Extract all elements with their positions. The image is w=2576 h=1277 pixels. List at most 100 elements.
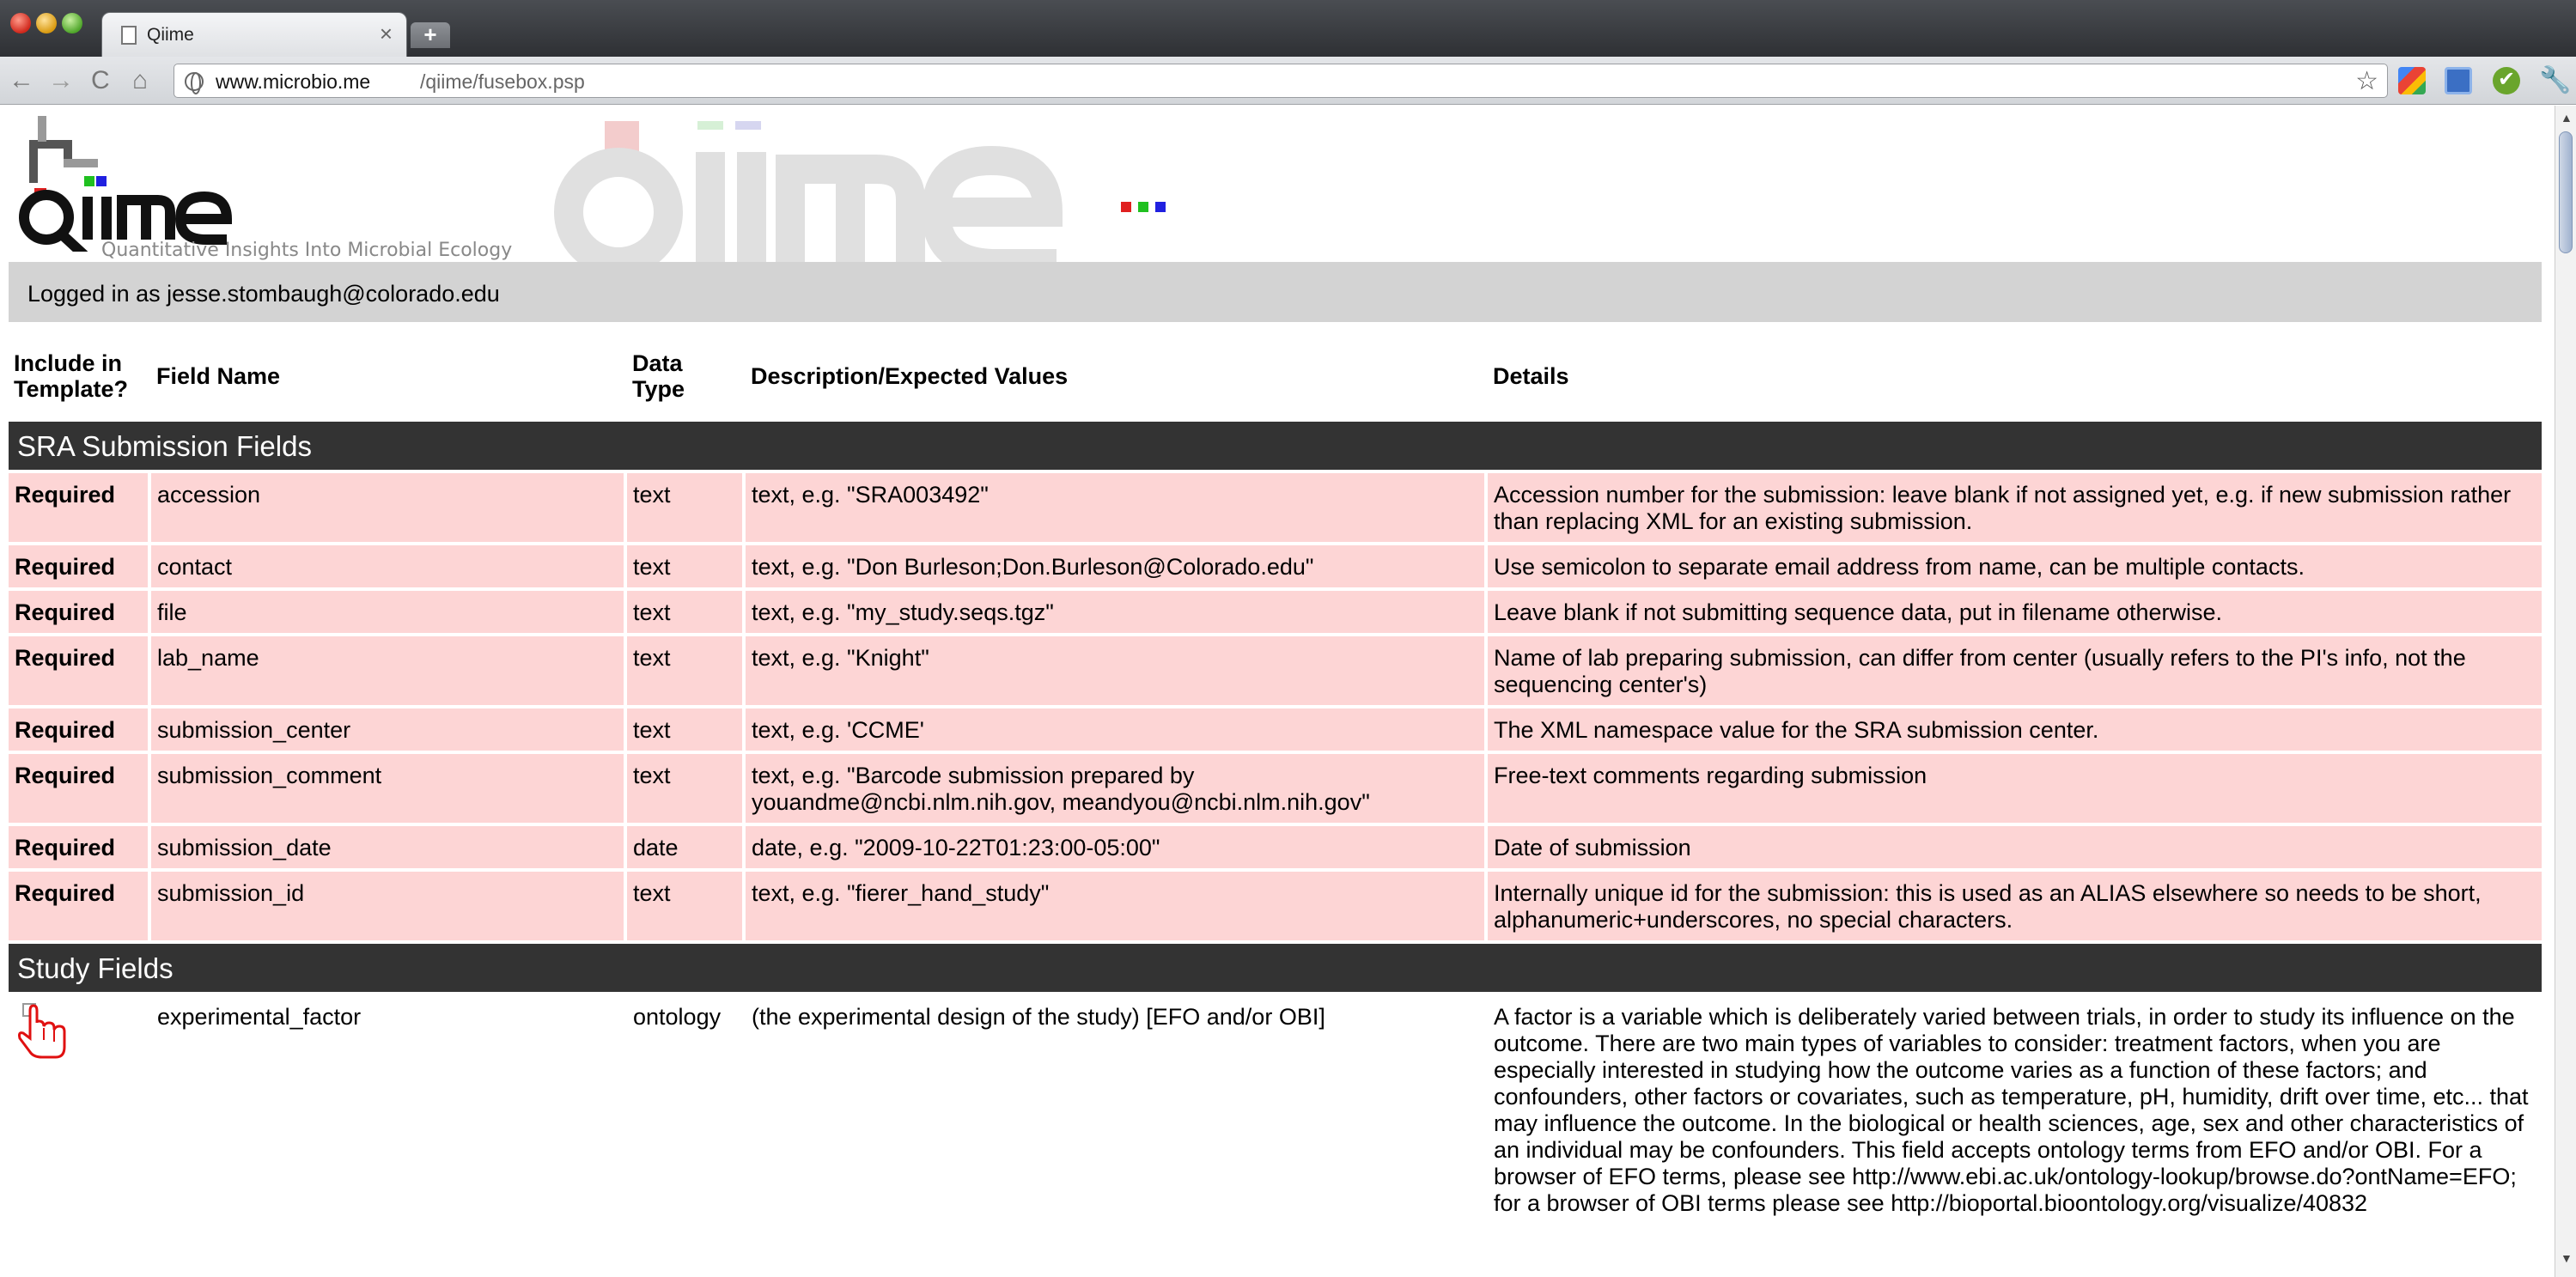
login-status-text: Logged in as jesse.stombaugh@colorado.ed… xyxy=(27,281,500,307)
details-cell: Leave blank if not submitting sequence d… xyxy=(1488,591,2542,636)
field-name-cell: submission_id xyxy=(151,872,627,944)
address-bar[interactable]: www.microbio.me /qiime/fusebox.psp ☆ xyxy=(174,64,2388,98)
table-header-row: Include in Template? Field Name Data Typ… xyxy=(9,331,2542,422)
details-cell: Use semicolon to separate email address … xyxy=(1488,545,2542,591)
details-cell: Date of submission xyxy=(1488,826,2542,872)
qiime-logo: qiime xyxy=(12,114,233,252)
field-name-cell: experimental_factor xyxy=(151,995,627,1224)
description-cell: (the experimental design of the study) [… xyxy=(746,995,1488,1224)
data-type-cell: text xyxy=(627,636,746,708)
header-data-type: Data Type xyxy=(632,350,685,402)
field-row: Required file text text, e.g. "my_study.seq… xyxy=(9,591,2542,636)
logo-wordmark: qiime xyxy=(12,114,15,115)
url-host: www.microbio.me xyxy=(216,70,371,93)
details-cell: The XML namespace value for the SRA subm… xyxy=(1488,708,2542,754)
reload-icon[interactable]: C xyxy=(91,65,110,96)
field-row: Required submission_comment text text, e.g.… xyxy=(9,754,2542,826)
check-extension-icon[interactable]: ✔ xyxy=(2493,67,2520,94)
required-label: Required xyxy=(9,754,151,826)
home-icon[interactable]: ⌂ xyxy=(132,65,148,96)
details-cell: Name of lab preparing submission, can di… xyxy=(1488,636,2542,708)
scroll-up-arrow-icon[interactable]: ▲ xyxy=(2561,111,2573,125)
required-label: Required xyxy=(9,636,151,708)
description-cell: text, e.g. "fierer_hand_study" xyxy=(746,872,1488,944)
window-minimize-button[interactable] xyxy=(36,13,57,33)
scroll-down-arrow-icon[interactable]: ▼ xyxy=(2561,1251,2573,1265)
field-row: Required contact text text, e.g. "Don Burle… xyxy=(9,545,2542,591)
google-extension-icon[interactable] xyxy=(2398,67,2426,94)
data-type-cell: text xyxy=(627,754,746,826)
field-name-cell: submission_date xyxy=(151,826,627,872)
data-type-cell: ontology xyxy=(627,995,746,1224)
data-type-cell: text xyxy=(627,591,746,636)
vertical-scrollbar[interactable]: ▲ ▼ xyxy=(2555,106,2576,1277)
field-name-cell: submission_comment xyxy=(151,754,627,826)
page-icon xyxy=(121,26,137,45)
field-name-cell: contact xyxy=(151,545,627,591)
tab-close-icon[interactable]: × xyxy=(380,21,393,46)
data-type-cell: text xyxy=(627,872,746,944)
details-cell: Accession number for the submission: lea… xyxy=(1488,473,2542,545)
field-row: Required submission_date date date, e.g. "2… xyxy=(9,826,2542,872)
description-cell: date, e.g. "2009-10-22T01:23:00-05:00" xyxy=(746,826,1488,872)
bookmark-star-icon[interactable]: ☆ xyxy=(2355,66,2378,96)
tab-title: Qiime xyxy=(147,25,194,45)
header-banner: qiime Quantitative Insights Into Microbi… xyxy=(0,106,2555,264)
description-cell: text, e.g. "Don Burleson;Don.Burleson@Co… xyxy=(746,545,1488,591)
description-cell: text, e.g. "my_study.seqs.tgz" xyxy=(746,591,1488,636)
header-details: Details xyxy=(1493,363,1569,389)
wrench-menu-icon[interactable]: 🔧 xyxy=(2539,65,2571,95)
description-cell: text, e.g. 'CCME' xyxy=(746,708,1488,754)
description-cell: text, e.g. "SRA003492" xyxy=(746,473,1488,545)
browser-toolbar: ← → C ⌂ www.microbio.me /qiime/fusebox.p… xyxy=(0,57,2576,105)
hand-cursor-icon xyxy=(18,1003,66,1059)
qiime-watermark-logo: qiime xyxy=(550,118,1166,264)
field-name-cell: file xyxy=(151,591,627,636)
section-header-row: Study Fields xyxy=(9,944,2542,995)
header-field-name: Field Name xyxy=(156,363,281,389)
watermark-wordmark: qiime xyxy=(550,118,552,119)
include-checkbox-cell[interactable] xyxy=(9,995,151,1224)
field-row: experimental_factor ontology (the experime… xyxy=(9,995,2542,1224)
new-tab-button[interactable]: + xyxy=(411,22,450,48)
data-type-cell: text xyxy=(627,708,746,754)
field-row: Required accession text text, e.g. "SRA0034… xyxy=(9,473,2542,545)
description-cell: text, e.g. "Barcode submission prepared … xyxy=(746,754,1488,826)
details-cell: Internally unique id for the submission:… xyxy=(1488,872,2542,944)
back-arrow-icon[interactable]: ← xyxy=(9,65,34,96)
template-fields-table-container: Include in Template? Field Name Data Typ… xyxy=(9,331,2542,1224)
data-type-cell: date xyxy=(627,826,746,872)
required-label: Required xyxy=(9,826,151,872)
page-viewport: qiime Quantitative Insights Into Microbi… xyxy=(0,106,2555,1277)
required-label: Required xyxy=(9,708,151,754)
template-fields-table: Include in Template? Field Name Data Typ… xyxy=(9,331,2542,1224)
details-cell: A factor is a variable which is delibera… xyxy=(1488,995,2542,1224)
windows-extension-icon[interactable] xyxy=(2445,67,2472,94)
section-title: SRA Submission Fields xyxy=(9,422,2542,473)
field-name-cell: accession xyxy=(151,473,627,545)
url-path: /qiime/fusebox.psp xyxy=(420,70,585,93)
description-cell: text, e.g. "Knight" xyxy=(746,636,1488,708)
section-title: Study Fields xyxy=(9,944,2542,995)
window-maximize-button[interactable] xyxy=(62,13,82,33)
login-status-bar: Logged in as jesse.stombaugh@colorado.ed… xyxy=(9,262,2542,322)
scrollbar-thumb[interactable] xyxy=(2559,131,2573,253)
header-include: Include in Template? xyxy=(14,350,129,402)
required-label: Required xyxy=(9,545,151,591)
data-type-cell: text xyxy=(627,473,746,545)
field-name-cell: lab_name xyxy=(151,636,627,708)
window-close-button[interactable] xyxy=(10,13,31,33)
required-label: Required xyxy=(9,872,151,944)
browser-tab[interactable]: Qiime × xyxy=(101,12,407,57)
header-description: Description/Expected Values xyxy=(751,363,1069,389)
field-row: Required submission_center text text, e.g. … xyxy=(9,708,2542,754)
window-titlebar: Qiime × + xyxy=(0,0,2576,57)
globe-icon xyxy=(185,72,204,94)
forward-arrow-icon[interactable]: → xyxy=(48,65,74,96)
required-label: Required xyxy=(9,591,151,636)
field-row: Required lab_name text text, e.g. "Knight" N… xyxy=(9,636,2542,708)
required-label: Required xyxy=(9,473,151,545)
section-header-row: SRA Submission Fields xyxy=(9,422,2542,473)
data-type-cell: text xyxy=(627,545,746,591)
field-name-cell: submission_center xyxy=(151,708,627,754)
